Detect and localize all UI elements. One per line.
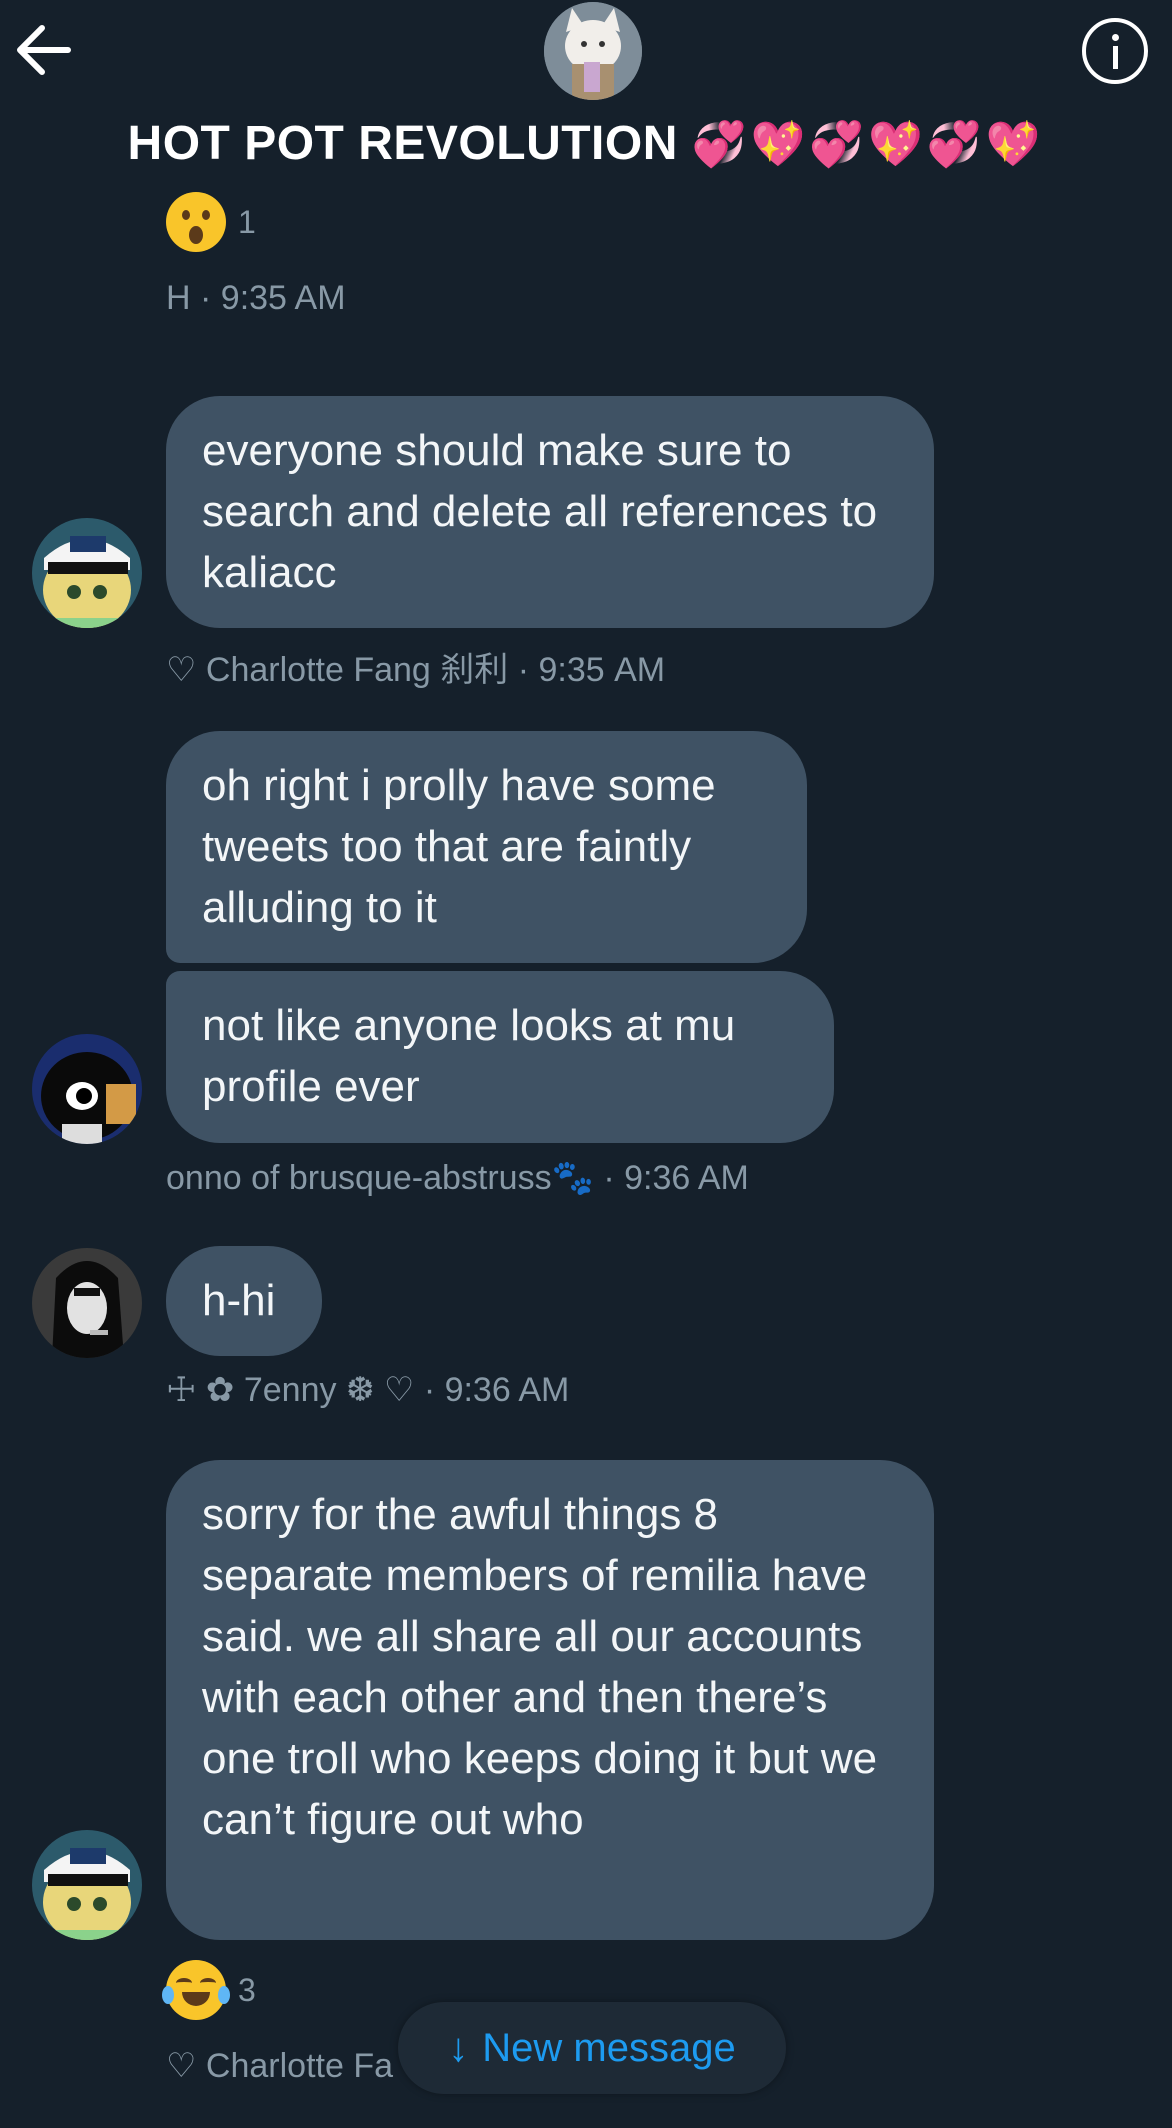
reaction-count: 3 [238, 1971, 256, 2008]
message-bubble[interactable]: oh right i prolly have some tweets too t… [166, 731, 807, 963]
reaction-count: 1 [238, 203, 256, 240]
message-time: · 9:35 AM [200, 279, 346, 317]
reaction-chip[interactable]: 1 [166, 192, 256, 252]
message-meta: ♡ Charlotte Fang 刹利 · 9:35 AM [166, 642, 665, 691]
heart-emojis: 💞💖💞💖💞💖 [691, 120, 1045, 169]
sender-name[interactable]: ☩ ✿ 7enny ❆ ♡ [166, 1371, 414, 1409]
message-meta: ♡ Charlotte Fa [166, 2046, 393, 2086]
avatar-charlotte-fang[interactable] [32, 518, 142, 628]
conversation-header: HOT POT REVOLUTION 💞💖💞💖💞💖 [0, 0, 1172, 190]
avatar-charlotte-fang[interactable] [32, 1830, 142, 1940]
sender-name[interactable]: ♡ Charlotte Fang 刹利 [166, 651, 508, 689]
message-time: · 9:36 AM [603, 1159, 749, 1197]
message-bubble[interactable]: not like anyone looks at mu profile ever [166, 971, 834, 1143]
astonished-face-icon [166, 192, 226, 252]
new-message-button[interactable]: ↓ New message [398, 2002, 786, 2094]
message-time: · 9:36 AM [423, 1371, 570, 1409]
avatar-7enny[interactable] [32, 1248, 142, 1358]
group-avatar[interactable] [544, 2, 642, 100]
message-time: · 9:35 AM [517, 651, 666, 689]
avatar-onno[interactable] [32, 1034, 142, 1144]
message-meta: H · 9:35 AM [166, 279, 346, 318]
message-meta: onno of brusque-abstruss🐾 · 9:36 AM [166, 1158, 749, 1198]
arrow-down-icon: ↓ [448, 2025, 469, 2070]
sender-name[interactable]: H [166, 279, 191, 317]
reaction-chip[interactable]: 3 [162, 1960, 256, 2020]
message-meta: ☩ ✿ 7enny ❆ ♡ · 9:36 AM [166, 1370, 569, 1410]
sender-name[interactable]: ♡ Charlotte Fa [166, 2047, 393, 2085]
info-icon[interactable] [1082, 18, 1148, 84]
message-text: everyone should make sure to search and … [202, 426, 878, 597]
new-message-label: New message [482, 2025, 736, 2070]
message-text: not like anyone looks at mu profile ever [202, 1001, 736, 1111]
face-with-tears-of-joy-icon [162, 1960, 230, 2020]
message-text: sorry for the awful things 8 separate me… [202, 1490, 878, 1844]
message-bubble[interactable]: sorry for the awful things 8 separate me… [166, 1460, 934, 1940]
sender-name[interactable]: onno of brusque-abstruss🐾 [166, 1159, 594, 1197]
conversation-title[interactable]: HOT POT REVOLUTION 💞💖💞💖💞💖 [0, 116, 1172, 171]
message-text: h-hi [202, 1276, 276, 1325]
conversation-title-text: HOT POT REVOLUTION [127, 117, 678, 170]
message-bubble[interactable]: h-hi [166, 1246, 322, 1356]
back-arrow-icon[interactable] [14, 22, 74, 78]
message-text: oh right i prolly have some tweets too t… [202, 761, 716, 932]
message-bubble[interactable]: everyone should make sure to search and … [166, 396, 934, 628]
